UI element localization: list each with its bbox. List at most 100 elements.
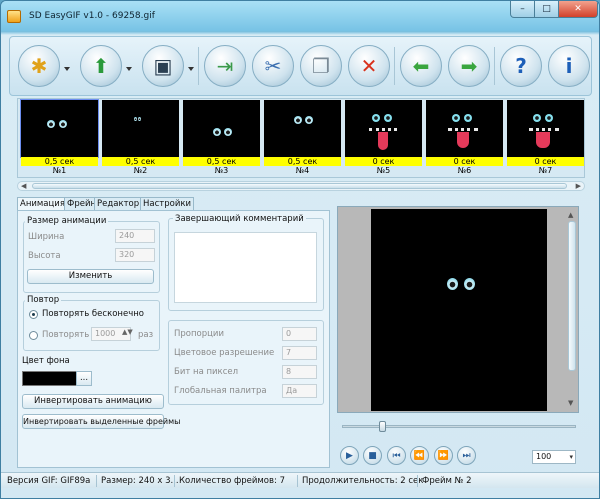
help-icon[interactable]: ? — [500, 45, 542, 87]
frame-delay: 0,5 сек — [264, 157, 341, 166]
frame-delay: 0,5 сек — [102, 157, 179, 166]
maximize-button[interactable]: □ — [534, 1, 559, 18]
invert-selected-frames-button[interactable]: Инвертировать выделенные фреймы — [22, 414, 180, 429]
last-frame-button[interactable]: ⏭ — [457, 446, 476, 465]
frame-strip: 0,5 сек №1 0,5 сек №2 0,5 сек №3 0,5 сек… — [17, 98, 585, 178]
back-arrow-icon[interactable]: ⬅ — [400, 45, 442, 87]
bits-per-pixel-label: Бит на пиксел — [174, 367, 239, 377]
scrollbar-thumb[interactable] — [32, 183, 567, 189]
import-icon[interactable]: ⇥ — [204, 45, 246, 87]
copy-icon[interactable]: ❐ — [300, 45, 342, 87]
repeat-group — [23, 300, 160, 351]
bg-color-label: Цвет фона — [22, 356, 70, 366]
height-label: Высота — [28, 251, 61, 261]
frame-delay: 0 сек — [426, 157, 503, 166]
preview-scrollbar[interactable]: ▲ ▼ — [568, 211, 576, 409]
previous-frame-button[interactable]: ⏪ — [410, 446, 429, 465]
tab-settings[interactable]: Настройки — [140, 197, 195, 210]
invert-animation-button[interactable]: Инвертировать анимацию — [22, 394, 164, 409]
zoom-value: 100 — [536, 452, 552, 461]
forward-arrow-icon[interactable]: ➡ — [448, 45, 490, 87]
tab-editor[interactable]: Редактор — [94, 197, 143, 210]
cut-icon[interactable]: ✂ — [252, 45, 294, 87]
frame-thumb[interactable]: 0,5 сек №1 — [20, 99, 99, 176]
comment-textarea[interactable] — [174, 232, 317, 303]
repeat-group-label: Повтор — [25, 295, 62, 305]
frame-delay: 0,5 сек — [21, 157, 98, 166]
save-icon[interactable]: ▣ — [142, 45, 184, 87]
frame-image — [264, 100, 341, 157]
status-duration: Продолжительность: 2 сек — [302, 476, 424, 486]
frame-image — [20, 99, 99, 158]
minimize-button[interactable]: – — [510, 1, 535, 18]
preview-image — [371, 209, 547, 411]
open-icon[interactable]: ⬆ — [80, 45, 122, 87]
scroll-down-icon[interactable]: ▼ — [568, 399, 573, 407]
height-field[interactable]: 320 — [115, 248, 155, 262]
frame-thumb[interactable]: 0,5 сек №4 — [263, 99, 342, 176]
animation-panel: Размер анимации Ширина 240 Высота 320 Из… — [17, 210, 330, 468]
frame-number: №6 — [457, 166, 472, 175]
frame-number: №5 — [376, 166, 391, 175]
frame-thumb[interactable]: 0 сек №6 — [425, 99, 504, 176]
first-frame-button[interactable]: ⏮ — [387, 446, 406, 465]
app-window: SD EasyGIF v1.0 - 69258.gif – □ ✕ ✱ ⬆ ▣ … — [0, 0, 600, 499]
scroll-up-icon[interactable]: ▲ — [568, 211, 573, 219]
play-button[interactable]: ▶ — [340, 446, 359, 465]
frame-image — [345, 100, 422, 157]
frame-number: №1 — [52, 166, 67, 175]
frame-thumb[interactable]: 0 сек №7 — [506, 99, 584, 176]
frame-thumb[interactable]: 0,5 сек №2 — [101, 99, 180, 176]
repeat-forever-radio[interactable] — [29, 310, 38, 319]
repeat-n-radio[interactable] — [29, 331, 38, 340]
scroll-right-icon[interactable]: ▶ — [576, 182, 581, 190]
repeat-forever-label: Повторять бесконечно — [42, 309, 144, 319]
toolbar: ✱ ⬆ ▣ ⇥ ✂ ❐ ✕ ⬅ ➡ ? i — [9, 36, 592, 96]
frame-position-slider[interactable] — [342, 421, 576, 432]
close-button[interactable]: ✕ — [558, 1, 598, 18]
repeat-stepper-icon[interactable]: ▲▼ — [122, 328, 133, 336]
size-group-label: Размер анимации — [25, 216, 109, 226]
frame-delay: 0 сек — [507, 157, 584, 166]
frame-number: №3 — [214, 166, 229, 175]
frame-number: №7 — [538, 166, 553, 175]
frame-number: №2 — [133, 166, 148, 175]
repeat-n-label: Повторять — [42, 330, 90, 340]
title-bar[interactable]: SD EasyGIF v1.0 - 69258.gif – □ ✕ — [1, 1, 599, 31]
scroll-left-icon[interactable]: ◀ — [21, 182, 26, 190]
global-palette-label: Глобальная палитра — [174, 386, 267, 396]
frame-image — [426, 100, 503, 157]
frame-image — [507, 100, 584, 157]
next-frame-button[interactable]: ⏩ — [434, 446, 453, 465]
delete-icon[interactable]: ✕ — [348, 45, 390, 87]
proportions-label: Пропорции — [174, 329, 224, 339]
new-icon[interactable]: ✱ — [18, 45, 60, 87]
scrollbar-thumb[interactable] — [568, 221, 576, 371]
change-size-button[interactable]: Изменить — [27, 269, 154, 284]
status-size: Размер: 240 x 3... — [101, 476, 179, 486]
frame-number: №4 — [295, 166, 310, 175]
bits-per-pixel-field: 8 — [282, 365, 317, 379]
zoom-select[interactable]: 100 ▾ — [532, 450, 576, 464]
stop-button[interactable]: ■ — [363, 446, 382, 465]
chevron-down-icon[interactable]: ▾ — [569, 451, 573, 463]
width-label: Ширина — [28, 232, 65, 242]
frame-thumb[interactable]: 0 сек №5 — [344, 99, 423, 176]
width-field[interactable]: 240 — [115, 229, 155, 243]
info-icon[interactable]: i — [548, 45, 590, 87]
frame-thumb[interactable]: 0,5 сек №3 — [182, 99, 261, 176]
frame-strip-scrollbar[interactable]: ◀ ▶ — [17, 181, 585, 191]
color-resolution-label: Цветовое разрешение — [174, 348, 275, 358]
bg-color-swatch[interactable] — [22, 371, 77, 386]
status-gif-version: Версия GIF: GIF89a — [7, 476, 91, 486]
frame-image — [183, 100, 260, 157]
bg-color-picker-button[interactable]: ... — [76, 371, 92, 386]
tab-animation[interactable]: Анимация — [17, 197, 68, 211]
preview-area: ▲ ▼ — [337, 206, 579, 413]
repeat-unit-label: раз — [138, 330, 154, 340]
status-frame-count: Количество фреймов: 7 — [179, 476, 285, 486]
frame-image — [102, 100, 179, 157]
status-bar: Версия GIF: GIF89a Размер: 240 x 3... Ко… — [1, 472, 599, 488]
slider-knob[interactable] — [379, 421, 386, 432]
window-title: SD EasyGIF v1.0 - 69258.gif — [29, 11, 155, 21]
